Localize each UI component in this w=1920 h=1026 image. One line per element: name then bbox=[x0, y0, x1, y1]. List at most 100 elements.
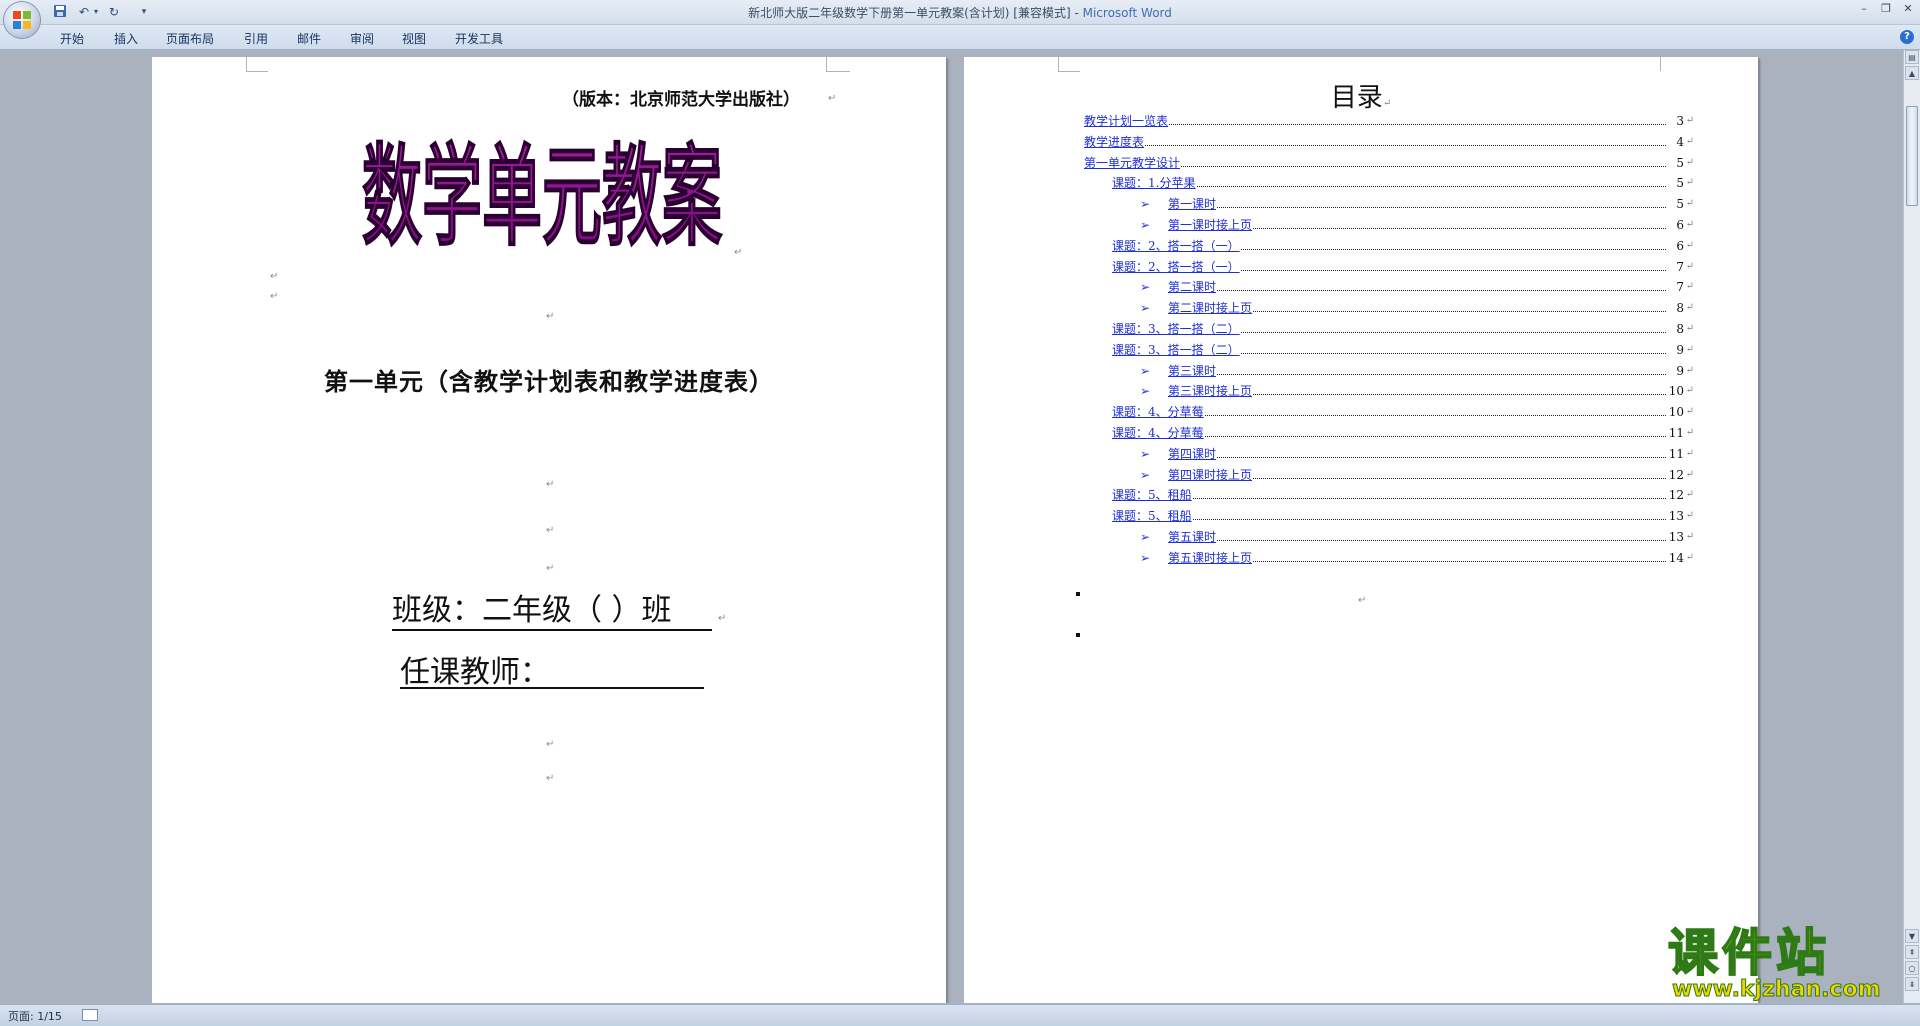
toc-entry[interactable]: ➢ 第二课时接上页 8 ↵ bbox=[1140, 299, 1694, 318]
tab-mailings[interactable]: 邮件 bbox=[297, 30, 321, 47]
crop-mark bbox=[826, 57, 827, 71]
toc-entry-title[interactable]: 课题：2、搭一搭（一） bbox=[1112, 259, 1241, 274]
toc-entry-title[interactable]: 第四课时接上页 bbox=[1168, 467, 1254, 482]
toc-entry-title[interactable]: 第三课时 bbox=[1168, 363, 1218, 378]
paragraph-mark: ↵ bbox=[546, 525, 555, 536]
ribbon-tabs: 开始 插入 页面布局 引用 邮件 审阅 视图 开发工具 ? bbox=[0, 25, 1920, 50]
paragraph-mark: ↵ bbox=[1685, 385, 1694, 397]
toc-arrow-icon: ➢ bbox=[1140, 363, 1151, 378]
ruler-toggle-icon[interactable]: ▤ bbox=[1905, 50, 1919, 64]
toc-entry-page: 12 bbox=[1667, 465, 1684, 484]
minimize-button[interactable]: – bbox=[1854, 2, 1874, 16]
paragraph-mark: ↵ bbox=[1685, 427, 1694, 438]
teacher-field[interactable]: 任课教师： bbox=[400, 647, 704, 690]
toc-entry-title[interactable]: 课题：2、搭一搭（一） bbox=[1112, 238, 1241, 253]
toc-entry-title[interactable]: 教学计划一览表 bbox=[1084, 114, 1170, 128]
toc-entry[interactable]: 课题：3、搭一搭（二） 8 ↵ bbox=[1112, 320, 1694, 338]
toc-entry[interactable]: 课题：2、搭一搭（一） 7 ↵ bbox=[1112, 257, 1694, 276]
vertical-scrollbar[interactable]: ▤ ▲ ▼ ⇞ ○ ⇟ bbox=[1903, 50, 1920, 1003]
toc-entry[interactable]: ➢ 第五课时接上页 14 ↵ bbox=[1140, 548, 1694, 567]
toc-entry[interactable]: ➢ 第三课时 9 ↵ bbox=[1140, 361, 1694, 380]
toc-entry[interactable]: ➢ 第三课时接上页 10 ↵ bbox=[1140, 382, 1694, 401]
scroll-up-icon[interactable]: ▲ bbox=[1905, 66, 1919, 80]
paragraph-mark: ↵ bbox=[546, 563, 555, 574]
paragraph-mark: ↵ bbox=[718, 613, 727, 624]
toc-entry[interactable]: 课题：4、分草莓 11 ↵ bbox=[1112, 424, 1694, 442]
unit-title: 第一单元（含教学计划表和教学进度表） bbox=[324, 368, 774, 396]
tab-view[interactable]: 视图 bbox=[402, 30, 426, 47]
paragraph-mark: ↵ bbox=[1685, 468, 1694, 480]
document-workspace[interactable]: （版本：北京师范大学出版社） ↵ 数学单元教案 ↵ ↵ ↵ ↵ 第一单元（含教学… bbox=[0, 50, 1904, 1003]
toc-entry-title[interactable]: 第二课时接上页 bbox=[1168, 301, 1254, 316]
toc-entry-title[interactable]: 第一课时接上页 bbox=[1168, 218, 1254, 232]
toc-leader bbox=[1168, 207, 1666, 209]
proofing-icon[interactable] bbox=[82, 1009, 98, 1021]
tab-insert[interactable]: 插入 bbox=[114, 30, 138, 47]
scroll-thumb[interactable] bbox=[1906, 106, 1918, 206]
paragraph-mark: ↵ bbox=[1685, 323, 1694, 334]
toc-entry-title[interactable]: 第一课时 bbox=[1168, 197, 1218, 212]
help-icon[interactable]: ? bbox=[1900, 30, 1914, 44]
crop-mark bbox=[246, 57, 247, 71]
toc-entry[interactable]: ➢ 第二课时 7 ↵ bbox=[1140, 278, 1694, 297]
toc-entry-page: 6 bbox=[1675, 216, 1684, 234]
office-logo-icon bbox=[13, 11, 31, 29]
tab-developer[interactable]: 开发工具 bbox=[455, 30, 503, 47]
status-page-count[interactable]: 页面: 1/15 bbox=[8, 1008, 62, 1024]
toc-entry[interactable]: 课题：1.分苹果 5 ↵ bbox=[1112, 174, 1694, 193]
page-cover[interactable]: （版本：北京师范大学出版社） ↵ 数学单元教案 ↵ ↵ ↵ ↵ 第一单元（含教学… bbox=[152, 57, 946, 1003]
paragraph-mark: ↵ bbox=[546, 773, 555, 784]
toc-entry-title[interactable]: 教学进度表 bbox=[1084, 134, 1146, 149]
toc-entry-page: 10 bbox=[1667, 403, 1684, 422]
toc-entry[interactable]: 课题：5、租船 12 ↵ bbox=[1112, 486, 1694, 505]
toc-entry-title[interactable]: 课题：3、搭一搭（二） bbox=[1112, 342, 1241, 357]
paragraph-mark: ↵ bbox=[1685, 343, 1694, 355]
tab-review[interactable]: 审阅 bbox=[350, 30, 374, 47]
toc-entry[interactable]: ➢ 第一课时 5 ↵ bbox=[1140, 195, 1694, 214]
paragraph-mark: ↵ bbox=[1685, 364, 1694, 376]
tab-references[interactable]: 引用 bbox=[244, 30, 268, 47]
paragraph-mark: ↵ bbox=[1685, 447, 1694, 459]
close-button[interactable]: ✕ bbox=[1898, 2, 1918, 16]
wordart-text: 数学单元教案 bbox=[362, 133, 722, 257]
page-toc[interactable]: 目录↵ 教学计划一览表 3 ↵ 教学进度表 4 ↵ 第一单元教学设计 5 ↵ 课题：1.分苹果 5 ↵… bbox=[964, 57, 1758, 1003]
toc-entry-title[interactable]: 课题：5、租船 bbox=[1112, 509, 1193, 524]
bullet-mark bbox=[1076, 592, 1080, 596]
toc-entry-title[interactable]: 第五课时 bbox=[1168, 530, 1218, 544]
tab-page-layout[interactable]: 页面布局 bbox=[166, 30, 214, 47]
paragraph-mark: ↵ bbox=[1382, 98, 1392, 109]
class-field[interactable]: 班级：二年级（ ）班 bbox=[392, 585, 712, 631]
toc-entry[interactable]: 课题：5、租船 13 ↵ bbox=[1112, 507, 1694, 526]
toc-entry-page: 4 bbox=[1675, 132, 1684, 151]
toc-leader bbox=[1168, 290, 1666, 292]
toc-entry[interactable]: 教学进度表 4 ↵ bbox=[1084, 132, 1694, 151]
toc-entry[interactable]: 教学计划一览表 3 ↵ bbox=[1084, 112, 1694, 130]
toc-entry[interactable]: ➢ 第一课时接上页 6 ↵ bbox=[1140, 216, 1694, 234]
toc-entry-page: 13 bbox=[1667, 507, 1684, 526]
tab-home[interactable]: 开始 bbox=[60, 30, 84, 47]
toc-entry[interactable]: 课题：3、搭一搭（二） 9 ↵ bbox=[1112, 340, 1694, 359]
toc-entry-title[interactable]: 课题：5、租船 bbox=[1112, 488, 1193, 503]
toc-entry-title[interactable]: 第一单元教学设计 bbox=[1084, 155, 1182, 170]
paragraph-mark: ↵ bbox=[270, 291, 279, 302]
toc-entry-title[interactable]: 第三课时接上页 bbox=[1168, 384, 1254, 399]
office-button[interactable] bbox=[4, 2, 40, 38]
paragraph-mark: ↵ bbox=[1685, 219, 1694, 230]
toc-entry-title[interactable]: 课题：3、搭一搭（二） bbox=[1112, 322, 1241, 336]
status-bar: 页面: 1/15 bbox=[0, 1004, 1920, 1026]
toc-entry-title[interactable]: 课题：4、分草莓 bbox=[1112, 426, 1205, 440]
toc-entry[interactable]: 课题：2、搭一搭（一） 6 ↵ bbox=[1112, 236, 1694, 255]
restore-button[interactable]: ❐ bbox=[1876, 2, 1896, 16]
toc-arrow-icon: ➢ bbox=[1140, 530, 1151, 544]
toc-entry-title[interactable]: 第四课时 bbox=[1168, 446, 1218, 461]
toc-entry-title[interactable]: 课题：1.分苹果 bbox=[1112, 176, 1197, 191]
toc-entry[interactable]: 课题：4、分草莓 10 ↵ bbox=[1112, 403, 1694, 422]
toc-entry-title[interactable]: 课题：4、分草莓 bbox=[1112, 405, 1205, 420]
toc-entry-page: 14 bbox=[1667, 548, 1684, 567]
toc-entry[interactable]: 第一单元教学设计 5 ↵ bbox=[1084, 153, 1694, 172]
toc-entry[interactable]: ➢ 第五课时 13 ↵ bbox=[1140, 528, 1694, 546]
toc-entry-title[interactable]: 第五课时接上页 bbox=[1168, 550, 1254, 565]
toc-entry[interactable]: ➢ 第四课时 11 ↵ bbox=[1140, 444, 1694, 463]
toc-entry[interactable]: ➢ 第四课时接上页 12 ↵ bbox=[1140, 465, 1694, 484]
toc-entry-title[interactable]: 第二课时 bbox=[1168, 280, 1218, 295]
